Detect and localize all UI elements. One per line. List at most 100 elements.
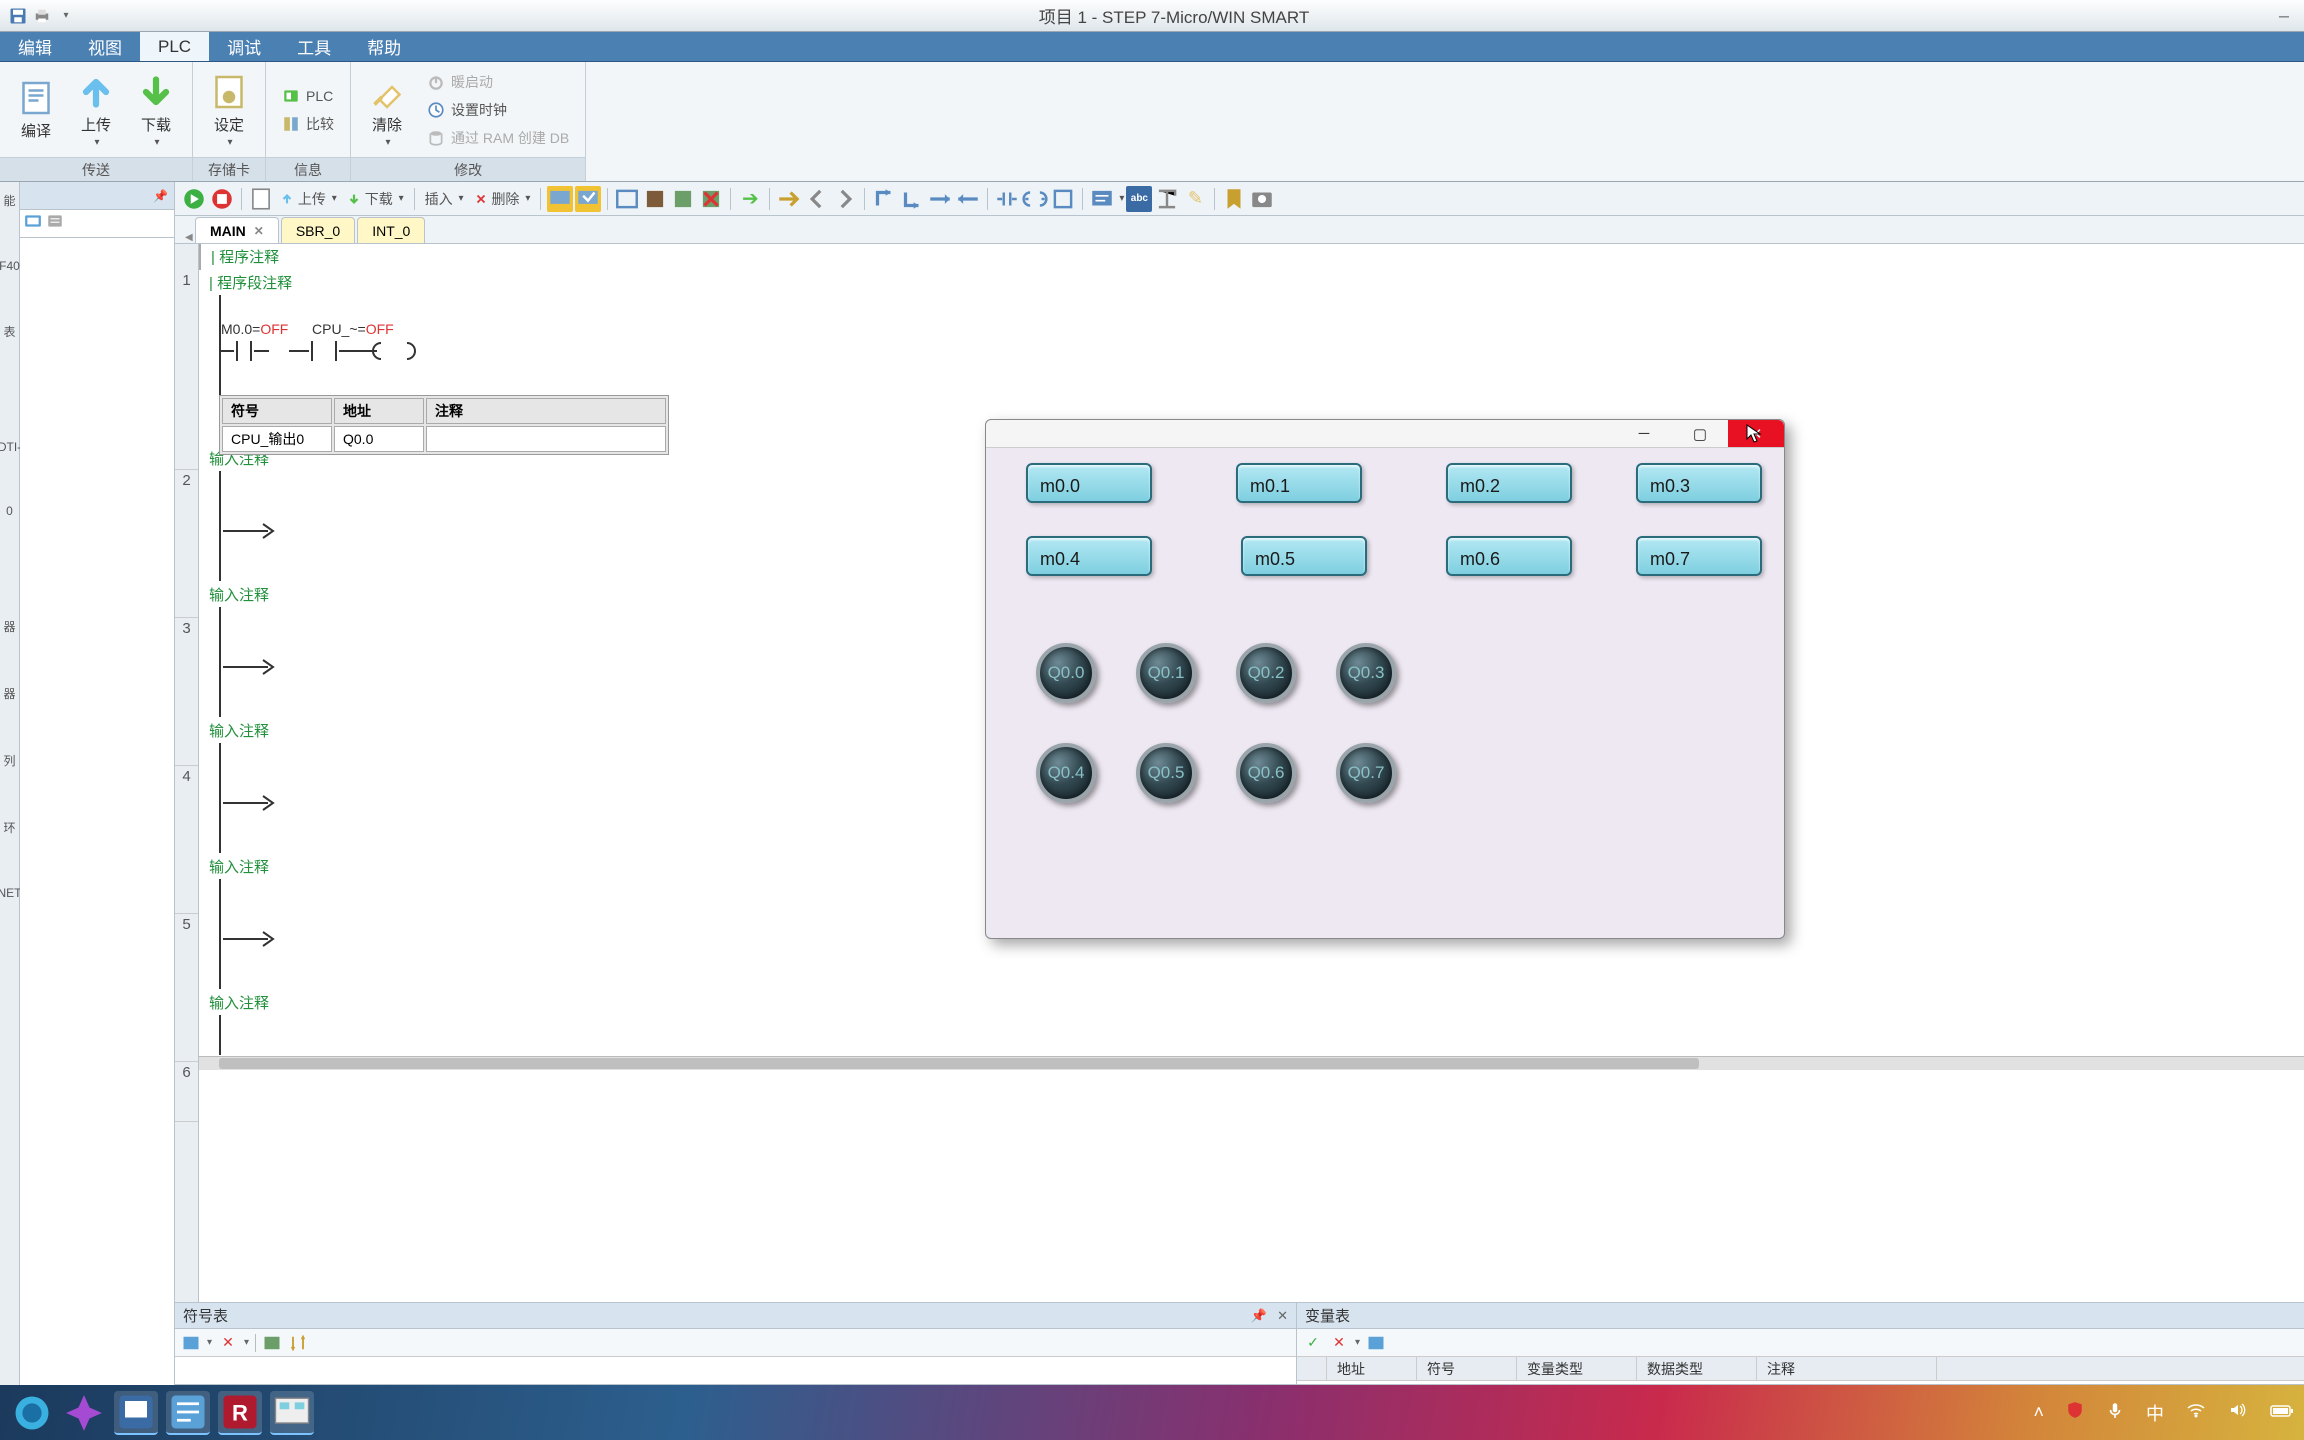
tb-comment-button[interactable]: [1089, 186, 1115, 212]
hmi-titlebar[interactable]: ─ ▢ ✕: [986, 420, 1784, 448]
tb-window-button[interactable]: [614, 186, 640, 212]
vartable-body[interactable]: 地址 符号 变量类型 数据类型 注释: [1297, 1357, 2304, 1384]
hmi-btn-m05[interactable]: m0.5: [1241, 536, 1367, 576]
tb-branchup-button[interactable]: [871, 186, 897, 212]
tb-abc-button[interactable]: abc: [1126, 186, 1152, 212]
panel-close-icon[interactable]: ✕: [1277, 1308, 1288, 1324]
task-spark-icon[interactable]: [62, 1391, 106, 1435]
tb-insert-button[interactable]: 插入 ▾: [421, 189, 468, 209]
qat-print-icon[interactable]: [32, 6, 52, 26]
tab-scroll-left[interactable]: ◀: [185, 232, 195, 243]
branch-arrow-icon[interactable]: [223, 927, 283, 956]
contact-1-symbol[interactable]: [219, 339, 269, 363]
minimize-button[interactable]: ─: [2272, 6, 2296, 26]
ribbon-warmstart-button[interactable]: 暖启动: [421, 69, 575, 95]
rung-6-comment[interactable]: 输入注释: [199, 990, 2304, 1015]
hmi-maximize-button[interactable]: ▢: [1672, 420, 1728, 447]
tray-battery-icon[interactable]: [2270, 1402, 2294, 1423]
pin-icon[interactable]: 📌: [153, 189, 168, 203]
tray-mic-icon[interactable]: [2106, 1401, 2124, 1424]
insert-icon[interactable]: [262, 1333, 282, 1353]
tb-contact-button[interactable]: [994, 186, 1020, 212]
tree-icon[interactable]: [24, 212, 42, 235]
tb-download-button[interactable]: 下载 ▾: [343, 189, 408, 209]
rung-6[interactable]: 输入注释: [199, 990, 2304, 1056]
tb-upload-button[interactable]: 上传 ▾: [276, 189, 341, 209]
ribbon-clear-button[interactable]: 清除 ▾: [359, 67, 415, 153]
tb-branchright-button[interactable]: [927, 186, 953, 212]
hmi-btn-m04[interactable]: m0.4: [1026, 536, 1152, 576]
tab-int0[interactable]: INT_0: [357, 217, 425, 243]
rung-1-comment[interactable]: | 程序段注释: [199, 270, 2304, 295]
system-tray[interactable]: ˄ 中: [2033, 1400, 2294, 1426]
tab-close-icon[interactable]: ✕: [254, 224, 264, 238]
tb-prev-button[interactable]: [804, 186, 830, 212]
taskbar[interactable]: R ˄ 中: [0, 1385, 2304, 1440]
tb-monitor2-button[interactable]: [575, 186, 601, 212]
hmi-btn-m02[interactable]: m0.2: [1446, 463, 1572, 503]
tb-box-button[interactable]: [1050, 186, 1076, 212]
hmi-close-button[interactable]: ✕: [1728, 420, 1784, 447]
hmi-btn-m00[interactable]: m0.0: [1026, 463, 1152, 503]
task-edge-icon[interactable]: [10, 1391, 54, 1435]
hmi-btn-m03[interactable]: m0.3: [1636, 463, 1762, 503]
program-comment[interactable]: | 程序注释: [199, 244, 2304, 270]
tb-compile-button[interactable]: [248, 186, 274, 212]
delete-icon[interactable]: ✕: [218, 1333, 238, 1353]
task-red-icon[interactable]: R: [218, 1391, 262, 1435]
tray-chevron-icon[interactable]: ˄: [2033, 1402, 2044, 1423]
ribbon-compare-button[interactable]: 比较: [276, 111, 340, 137]
tb-rightarrow-button[interactable]: ➔: [737, 186, 763, 212]
menu-view[interactable]: 视图: [70, 32, 140, 61]
hmi-btn-m06[interactable]: m0.6: [1446, 536, 1572, 576]
ribbon-settings-button[interactable]: 设定 ▾: [201, 67, 257, 153]
tb-coil-button[interactable]: [1022, 186, 1048, 212]
tray-volume-icon[interactable]: [2228, 1401, 2248, 1424]
hmi-minimize-button[interactable]: ─: [1616, 420, 1672, 447]
hmi-btn-m07[interactable]: m0.7: [1636, 536, 1762, 576]
tb-goto-button[interactable]: [776, 186, 802, 212]
ribbon-ramdb-button[interactable]: 通过 RAM 创建 DB: [421, 125, 575, 151]
table-icon[interactable]: [181, 1333, 201, 1353]
menu-debug[interactable]: 调试: [209, 32, 279, 61]
menu-help[interactable]: 帮助: [349, 32, 419, 61]
tb-symbol-button[interactable]: [1154, 186, 1180, 212]
tab-sbr0[interactable]: SBR_0: [281, 217, 355, 243]
menu-plc[interactable]: PLC: [140, 32, 209, 61]
coil-symbol[interactable]: [359, 339, 429, 368]
tb-bookmark-button[interactable]: [1221, 186, 1247, 212]
tb-next-button[interactable]: [832, 186, 858, 212]
symbol-table[interactable]: 符号 地址 注释 CPU_输出0 Q0.0: [219, 395, 669, 455]
menu-edit[interactable]: 编辑: [0, 32, 70, 61]
tb-network-button[interactable]: [642, 186, 668, 212]
delete-icon[interactable]: ✕: [1329, 1333, 1349, 1353]
ribbon-plc-info-button[interactable]: PLC: [276, 83, 340, 109]
task-hmi-icon[interactable]: [270, 1391, 314, 1435]
branch-arrow-icon[interactable]: [223, 791, 283, 820]
ribbon-compile-button[interactable]: 编译: [8, 67, 64, 153]
branch-arrow-icon[interactable]: [223, 519, 283, 548]
panel-pin-icon[interactable]: 📌: [1251, 1308, 1267, 1324]
qat-save-icon[interactable]: [8, 6, 28, 26]
hmi-window[interactable]: ─ ▢ ✕ m0.0 m0.1 m0.2 m0.3 m0.4 m0.5 m0.6…: [985, 419, 1785, 939]
ribbon-download-button[interactable]: 下载 ▾: [128, 67, 184, 153]
list-icon[interactable]: [46, 212, 64, 235]
task-editor-icon[interactable]: [166, 1391, 210, 1435]
tb-delete-button[interactable]: 删除 ▾: [470, 189, 535, 209]
tab-main[interactable]: MAIN✕: [195, 217, 279, 243]
insert-icon[interactable]: [1366, 1333, 1386, 1353]
branch-arrow-icon[interactable]: [223, 655, 283, 684]
tray-wifi-icon[interactable]: [2186, 1401, 2206, 1424]
tb-monitor1-button[interactable]: [547, 186, 573, 212]
tray-shield-icon[interactable]: [2066, 1401, 2084, 1424]
task-software-icon[interactable]: [114, 1391, 158, 1435]
tb-snapshot-button[interactable]: [1249, 186, 1275, 212]
tb-stop-button[interactable]: [209, 186, 235, 212]
symbol-table-body[interactable]: [175, 1357, 1296, 1384]
contact-2-symbol[interactable]: [289, 339, 359, 363]
horizontal-scrollbar[interactable]: [199, 1056, 2304, 1070]
tb-branchdown-button[interactable]: [899, 186, 925, 212]
sort-icon[interactable]: [288, 1333, 308, 1353]
ribbon-upload-button[interactable]: 上传 ▾: [68, 67, 124, 153]
tray-ime[interactable]: 中: [2146, 1400, 2164, 1426]
